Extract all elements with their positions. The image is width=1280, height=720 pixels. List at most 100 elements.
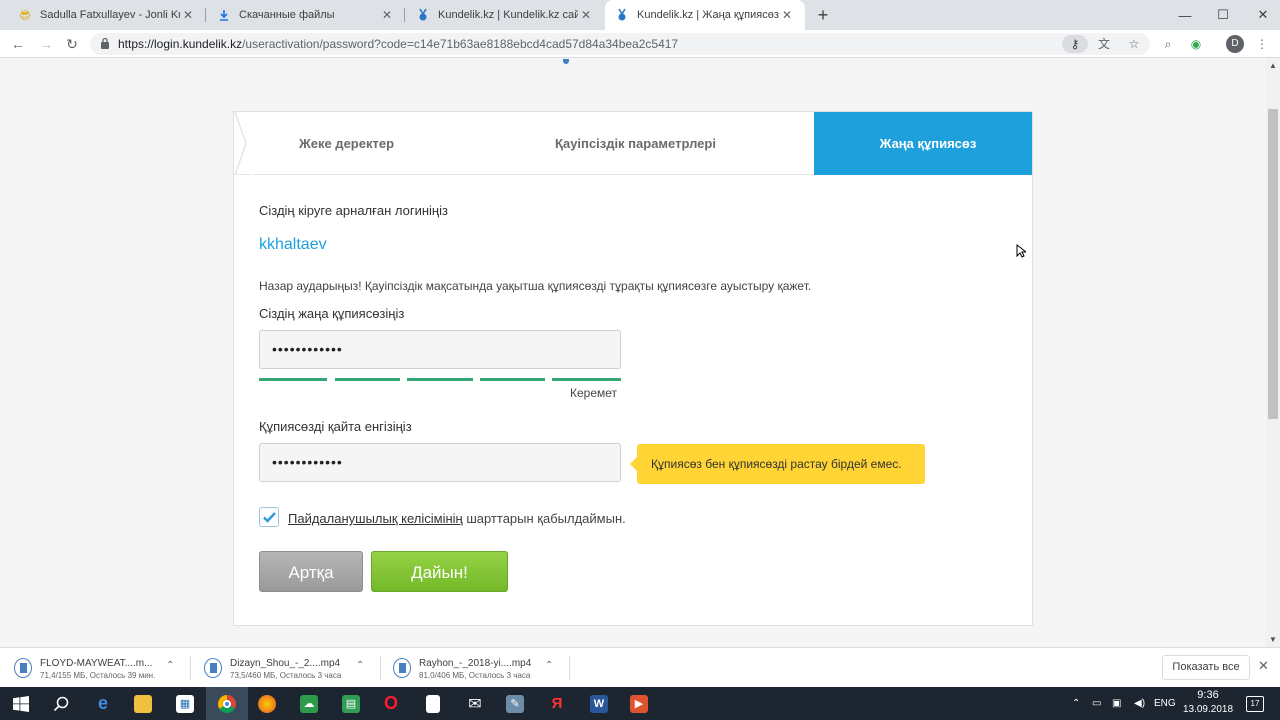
file-icon (204, 658, 222, 678)
forward-icon[interactable]: → (36, 34, 56, 54)
address-bar[interactable]: https://login.kundelik.kz/useractivation… (90, 33, 1150, 55)
strength-bar-5 (552, 378, 621, 381)
page-content: Жеке деректер Қауіпсіздік параметрлері Ж… (0, 59, 1266, 647)
new-password-input[interactable]: •••••••••••• (259, 330, 621, 369)
firefox-icon[interactable] (246, 687, 288, 720)
tab-2[interactable]: Kundelik.kz | Kundelik.kz сайтына ✕ (406, 0, 604, 30)
lock-icon (101, 37, 109, 49)
download-divider (380, 656, 381, 680)
strength-bar-2 (335, 378, 400, 381)
search-icon[interactable] (40, 687, 82, 720)
mismatch-tooltip: Құпиясөз бен құпиясөзді растау бірдей ем… (630, 444, 925, 484)
download-status: 81,0/406 МБ, Осталось 3 часа (419, 671, 531, 680)
windows-start-icon[interactable] (0, 687, 42, 720)
login-value: kkhaltaev (259, 236, 327, 253)
done-button[interactable]: Дайын! (371, 551, 508, 592)
notes-app-icon[interactable]: ▤ (330, 687, 372, 720)
star-icon[interactable]: ☆ (1124, 36, 1144, 52)
notifications-icon[interactable]: 17 (1246, 687, 1264, 720)
key-icon[interactable]: ⚷ (1062, 35, 1088, 53)
mouse-cursor-icon (1016, 244, 1026, 258)
shield-extension-icon[interactable]: ◉ (1186, 34, 1206, 54)
chevron-up-icon[interactable]: ⌃ (545, 660, 553, 671)
checkmark-icon (263, 512, 276, 523)
download-name: Rayhon_-_2018-yi....mp4 (419, 658, 532, 669)
step-security-settings: Қауіпсіздік параметрлері (555, 136, 716, 151)
tab-title: Sadulla Fatxullayev - Jonli Kulgu (40, 9, 180, 21)
download-item[interactable]: FLOYD-MAYWEAT....m... 71,4/155 МБ, Остал… (14, 654, 194, 682)
reload-icon[interactable]: ↻ (62, 34, 82, 54)
close-icon[interactable]: ✕ (779, 8, 795, 22)
notice-text: Назар аударыңыз! Қауіпсіздік мақсатында … (259, 279, 812, 293)
search-extension-icon[interactable]: ⌕ (1158, 34, 1178, 54)
progress-dot (563, 59, 569, 64)
edge-icon[interactable]: e (82, 687, 124, 720)
volume-icon[interactable]: ◀) (1134, 687, 1145, 720)
close-icon[interactable]: ✕ (1258, 658, 1269, 674)
agreement-text: Пайдаланушылық келісімінің шарттарын қаб… (288, 511, 626, 526)
tray-chevron-icon[interactable]: ⌃ (1072, 687, 1080, 720)
tab-title: Kundelik.kz | Жаңа құпиясөз (637, 9, 779, 21)
file-icon (14, 658, 32, 678)
tab-title: Скачанные файлы (239, 9, 335, 21)
url-text: https://login.kundelik.kz/useractivation… (118, 37, 679, 51)
new-password-label: Сіздің жаңа құпиясөзіңіз (259, 306, 405, 321)
store-icon[interactable]: ▦ (164, 687, 206, 720)
kundelik-icon (416, 8, 430, 22)
media-app-icon[interactable]: ▶ (618, 687, 660, 720)
agreement-checkbox[interactable] (259, 507, 279, 527)
word-icon[interactable]: W (578, 687, 620, 720)
chevron-up-icon[interactable]: ⌃ (166, 660, 174, 671)
show-all-downloads-button[interactable]: Показать все (1162, 655, 1250, 680)
chrome-icon[interactable] (206, 687, 248, 720)
confirm-password-input[interactable]: •••••••••••• (259, 443, 621, 482)
step-personal-data: Жеке деректер (298, 136, 395, 151)
tools-icon[interactable]: ✎ (494, 687, 536, 720)
back-button[interactable]: Артқа (259, 551, 363, 592)
download-icon (217, 8, 231, 22)
strength-bar-3 (407, 378, 473, 381)
avatar[interactable]: D (1226, 35, 1244, 53)
translate-icon[interactable]: 文 (1094, 36, 1114, 52)
step-indicator: Жеке деректер Қауіпсіздік параметрлері Ж… (234, 111, 1032, 176)
download-divider (569, 656, 570, 680)
yandex-icon[interactable]: Я (536, 687, 578, 720)
close-icon[interactable]: ✕ (578, 8, 594, 22)
back-icon[interactable]: ← (8, 34, 28, 54)
activation-card: Жеке деректер Қауіпсіздік параметрлері Ж… (233, 111, 1033, 626)
page-scrollbar[interactable]: ▲ ▼ (1266, 59, 1280, 647)
tab-1[interactable]: Скачанные файлы ✕ (207, 0, 405, 30)
new-tab-button[interactable]: + (812, 4, 834, 26)
battery-icon[interactable]: ▭ (1092, 687, 1101, 720)
document-icon[interactable] (412, 687, 454, 720)
system-clock[interactable]: 9:36 13.09.2018 (1182, 689, 1234, 715)
file-icon (393, 658, 411, 678)
chevron-up-icon[interactable]: ⌃ (356, 660, 364, 671)
tab-strip: 😎 Sadulla Fatxullayev - Jonli Kulgu ✕ Ск… (0, 0, 1280, 30)
tab-3[interactable]: Kundelik.kz | Жаңа құпиясөз ✕ (605, 0, 805, 30)
language-indicator[interactable]: ENG (1154, 687, 1176, 720)
menu-icon[interactable]: ⋮ (1252, 34, 1272, 54)
step-new-password: Жаңа құпиясөз (814, 112, 1032, 175)
network-icon[interactable]: ▣ (1112, 687, 1121, 720)
download-divider (190, 656, 191, 680)
close-icon[interactable]: ✕ (379, 8, 395, 22)
close-window-button[interactable]: ✕ (1240, 0, 1280, 30)
mail-icon[interactable]: ✉ (454, 687, 496, 720)
close-icon[interactable]: ✕ (180, 8, 196, 22)
money-app-icon[interactable]: ☁ (288, 687, 330, 720)
scrollbar-thumb[interactable] (1268, 109, 1278, 419)
agreement-link[interactable]: Пайдаланушылық келісімінің (288, 511, 463, 526)
download-item[interactable]: Dizayn_Shou_-_2....mp4 73,5/460 МБ, Оста… (204, 654, 384, 682)
scroll-down-icon[interactable]: ▼ (1266, 633, 1280, 647)
file-explorer-icon[interactable] (122, 687, 164, 720)
opera-icon[interactable]: O (370, 687, 412, 720)
download-status: 73,5/460 МБ, Осталось 3 часа (230, 671, 342, 680)
clock-date: 13.09.2018 (1182, 704, 1234, 715)
clock-time: 9:36 (1197, 689, 1219, 701)
download-item[interactable]: Rayhon_-_2018-yi....mp4 81,0/406 МБ, Ост… (393, 654, 573, 682)
tab-0[interactable]: 😎 Sadulla Fatxullayev - Jonli Kulgu ✕ (8, 0, 206, 30)
scroll-up-icon[interactable]: ▲ (1266, 59, 1280, 73)
download-bar: FLOYD-MAYWEAT....m... 71,4/155 МБ, Остал… (0, 647, 1280, 687)
download-name: FLOYD-MAYWEAT....m... (40, 658, 153, 669)
